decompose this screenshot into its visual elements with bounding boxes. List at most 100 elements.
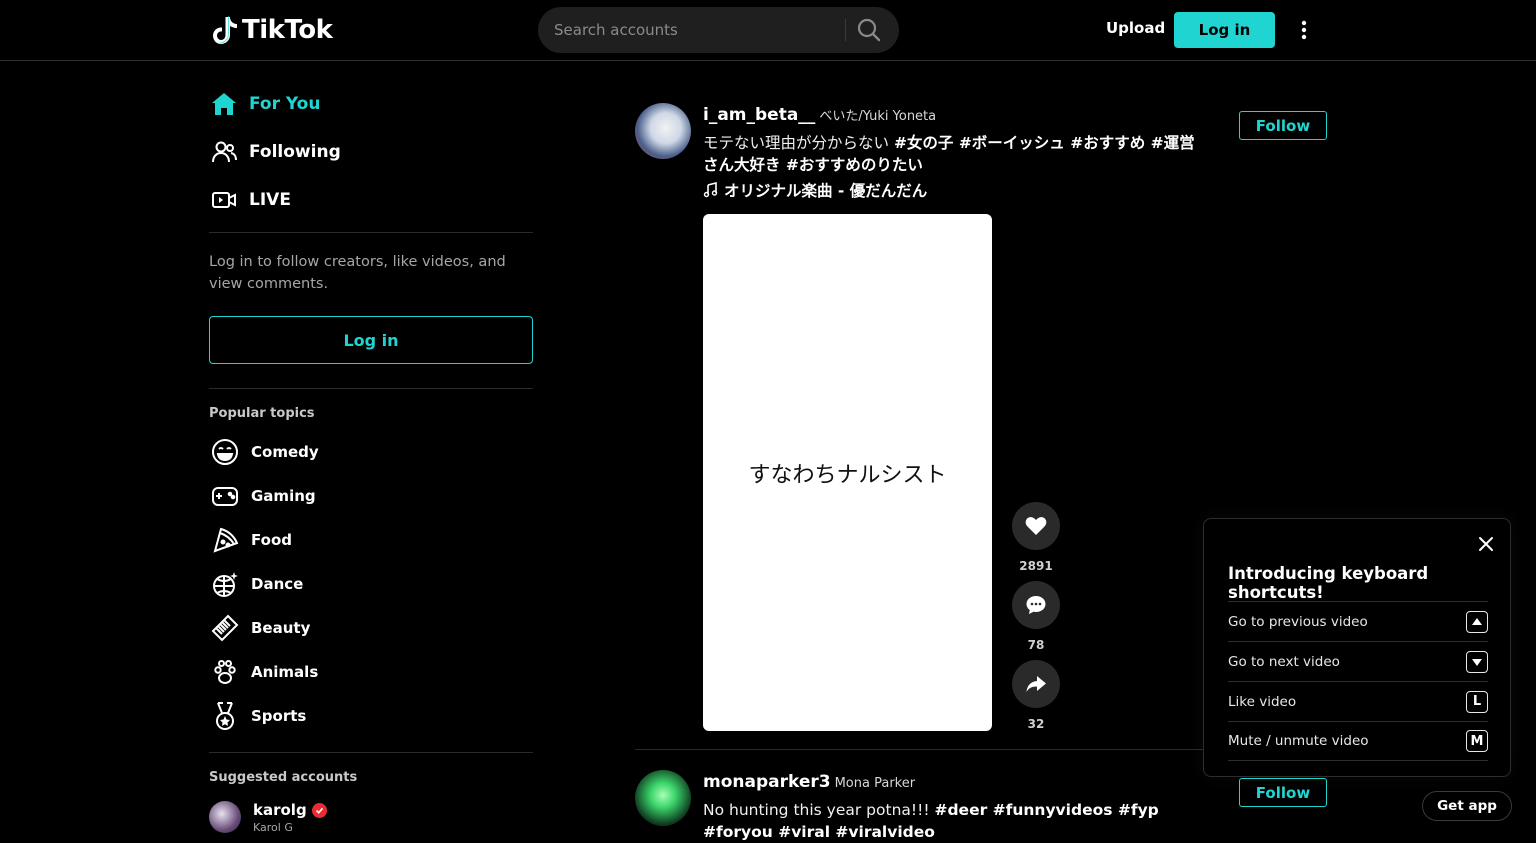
paw-icon [209,656,241,688]
topic-label: Gaming [251,487,316,505]
share-count: 32 [1027,717,1045,731]
more-menu-button[interactable] [1294,18,1314,42]
post-caption: モテない理由が分からない #女の子 #ボーイッシュ #おすすめ #運営さん大好き… [703,132,1203,176]
logo-text: TikTok [242,15,333,45]
suggested-accounts-title: Suggested accounts [209,770,358,785]
top-bar: TikTok Upload Log in [0,0,1536,61]
share-action[interactable]: 32 [1012,660,1060,731]
post-caption: No hunting this year potna!!! #deer #fun… [703,799,1203,843]
topic-beauty[interactable]: Beauty [209,610,310,646]
caption-text: モテない理由が分からない [703,134,894,152]
follow-button[interactable]: Follow [1239,111,1327,140]
live-camera-icon [209,185,239,215]
shortcut-row: Like video L [1228,681,1488,721]
post-author: i_am_beta__ べいた/Yuki Yoneta [703,105,936,125]
caption-text: No hunting this year potna!!! [703,801,935,819]
nav-for-you[interactable]: For You [209,84,320,124]
post-author: monaparker3 Mona Parker [703,772,915,792]
shortcut-label: Mute / unmute video [1228,733,1369,749]
vertical-dots-icon [1301,20,1307,40]
sidebar-divider [209,232,533,233]
suggested-account[interactable]: karolg Karol G [209,801,327,834]
get-app-button[interactable]: Get app [1422,791,1512,821]
search-divider [845,19,846,41]
pizza-icon [209,524,241,556]
search-input[interactable] [554,7,844,53]
sidebar-divider [209,752,533,753]
comment-action[interactable]: 78 [1012,581,1060,652]
suggested-username: karolg [253,801,307,819]
topic-food[interactable]: Food [209,522,292,558]
tiktok-logo[interactable]: TikTok [212,14,333,46]
smile-face-icon [209,436,241,468]
disco-ball-icon [209,568,241,600]
shortcut-label: Go to previous video [1228,613,1368,630]
search-icon [857,18,881,42]
m-key-icon: M [1466,730,1488,752]
topic-label: Beauty [251,619,311,637]
topic-label: Sports [251,707,307,725]
music-title: オリジナル楽曲 - 優だんだん [724,182,928,200]
heart-icon [1025,517,1047,535]
nav-label: For You [249,94,321,114]
topic-sports[interactable]: Sports [209,698,306,734]
topic-dance[interactable]: Dance [209,566,303,602]
topic-label: Animals [251,663,319,681]
avatar[interactable] [635,103,691,159]
login-button-header[interactable]: Log in [1174,12,1275,48]
tiktok-note-icon [213,16,237,44]
comment-button[interactable] [1012,581,1060,629]
suggested-name: Karol G [253,821,293,834]
like-action[interactable]: 2891 [1012,502,1060,573]
comment-count: 78 [1027,638,1045,652]
gamepad-icon [209,480,241,512]
post-nickname[interactable]: Mona Parker [835,776,915,791]
topic-animals[interactable]: Animals [209,654,318,690]
nav-live[interactable]: LIVE [209,180,291,220]
nav-following[interactable]: Following [209,132,341,172]
music-note-icon [703,182,718,198]
topic-comedy[interactable]: Comedy [209,434,319,470]
shortcut-row: Mute / unmute video M [1228,721,1488,761]
upload-button[interactable]: Upload [1106,19,1165,37]
post-username[interactable]: i_am_beta__ [703,105,815,125]
shortcut-row: Go to previous video [1228,601,1488,641]
popular-topics-title: Popular topics [209,406,315,421]
video-player[interactable]: すなわちナルシスト [703,214,992,731]
shortcut-label: Like video [1228,693,1297,710]
shortcut-row: Go to next video [1228,641,1488,681]
sidebar-divider [209,388,533,389]
close-button[interactable] [1477,535,1495,553]
topic-label: Comedy [251,443,319,461]
search-button[interactable] [856,17,882,43]
post-username[interactable]: monaparker3 [703,772,831,792]
follow-button[interactable]: Follow [1239,778,1327,807]
shortcuts-title: Introducing keyboard shortcuts! [1228,564,1429,602]
l-key-icon: L [1466,690,1488,713]
post-music[interactable]: オリジナル楽曲 - 優だんだん [703,179,927,201]
medal-icon [209,700,241,732]
share-button[interactable] [1012,660,1060,708]
login-button-sidebar[interactable]: Log in [209,316,533,364]
search-bar [538,7,899,53]
home-icon [209,89,239,119]
post-divider [635,749,1215,750]
comb-icon [209,612,241,644]
arrow-up-key-icon [1466,610,1488,633]
keyboard-shortcuts-panel: Introducing keyboard shortcuts! Go to pr… [1203,518,1511,777]
users-icon [209,137,239,167]
close-icon [1479,537,1493,551]
share-arrow-icon [1026,676,1046,692]
avatar[interactable] [635,770,691,826]
comment-bubble-icon [1026,596,1046,614]
topic-label: Food [251,531,292,549]
like-button[interactable] [1012,502,1060,550]
video-overlay-text: すなわちナルシスト [748,462,947,488]
shortcut-label: Go to next video [1228,653,1340,670]
verified-badge-icon [311,802,327,818]
nav-label: Following [249,142,341,162]
login-hint-text: Log in to follow creators, like videos, … [209,254,506,292]
topic-gaming[interactable]: Gaming [209,478,316,514]
like-count: 2891 [1019,559,1053,573]
post-nickname[interactable]: べいた/Yuki Yoneta [819,105,936,124]
